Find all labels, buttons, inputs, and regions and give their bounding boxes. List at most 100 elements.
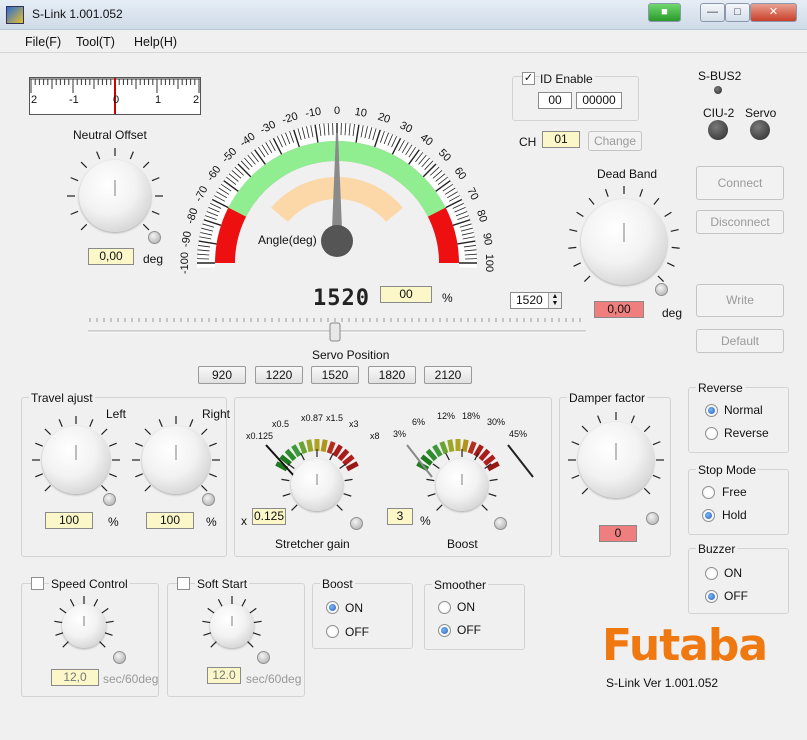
default-button[interactable]: Default [696, 329, 784, 353]
knob-tick [576, 211, 584, 217]
deadband-knob[interactable] [581, 199, 667, 285]
stretcher-scale-label: x0.5 [272, 419, 290, 429]
softstart-unit: sec/60deg [246, 672, 302, 686]
boost-on-label: ON [345, 601, 363, 615]
angle-percent-unit: % [442, 291, 453, 305]
screenshot-icon[interactable]: ■ [648, 3, 681, 22]
knob-tick [568, 246, 577, 249]
disconnect-button[interactable]: Disconnect [696, 210, 784, 234]
boost-gauge-unit: % [420, 514, 431, 528]
gauge-tick-label: -80 [184, 207, 200, 226]
preset-button-1820[interactable]: 1820 [368, 366, 416, 384]
travel-right-unit: % [206, 515, 217, 529]
futaba-logo: Futaba [602, 620, 768, 671]
smoother-off-radio[interactable] [438, 624, 451, 637]
travel-right-knob[interactable] [142, 426, 210, 494]
neutral-offset-knob[interactable] [79, 160, 151, 232]
knob-tick [135, 473, 143, 478]
knob-tick [426, 478, 435, 482]
maximize-button[interactable]: □ [725, 3, 750, 22]
knob-tick [249, 607, 257, 614]
stretcher-knob[interactable] [291, 459, 343, 511]
reverse-reverse-radio[interactable] [705, 427, 718, 440]
knob-tick [432, 463, 440, 470]
knob-tick [639, 188, 644, 197]
menu-tool[interactable]: Tool(T) [76, 35, 115, 49]
stopmode-hold-label: Hold [722, 508, 747, 522]
stopmode-free-radio[interactable] [702, 486, 715, 499]
preset-button-1520[interactable]: 1520 [311, 366, 359, 384]
knob-tick [35, 473, 43, 478]
knob-tick [291, 504, 298, 511]
soft-start-checkbox[interactable] [177, 577, 190, 590]
gauge-hub [321, 225, 353, 257]
damper-knob[interactable] [578, 422, 654, 498]
spin-up-icon[interactable]: ▲ [549, 293, 561, 300]
buzzer-on-label: ON [724, 566, 742, 580]
knob-tick [282, 493, 291, 497]
buzzer-on-radio[interactable] [705, 567, 718, 580]
menu-help[interactable]: Help(H) [134, 35, 177, 49]
speed-indicator [113, 651, 126, 664]
reverse-normal-radio[interactable] [705, 404, 718, 417]
boost-gauge-label: Boost [447, 537, 478, 551]
damper-title: Damper factor [567, 391, 648, 405]
knob-tick [93, 598, 99, 607]
knob-tick [209, 473, 217, 478]
damper-indicator [646, 512, 659, 525]
knob-tick [630, 415, 635, 424]
spin-down-icon[interactable]: ▼ [549, 300, 561, 307]
travel-left-indicator [103, 493, 116, 506]
smoother-group [424, 584, 525, 650]
knob-tick [203, 632, 212, 636]
minimize-button[interactable]: — [700, 3, 725, 22]
stretcher-label: Stretcher gain [275, 537, 350, 551]
id-field-1[interactable]: 00 [538, 92, 572, 109]
travel-left-knob[interactable] [42, 426, 110, 494]
id-enable-checkbox[interactable]: ✓ [522, 72, 535, 85]
gauge-tick-label: -40 [238, 131, 258, 150]
boost-knob[interactable] [436, 459, 488, 511]
smoother-on-radio[interactable] [438, 601, 451, 614]
knob-tick [144, 485, 151, 492]
boost-off-radio[interactable] [326, 625, 339, 638]
stretcher-scale-label: x8 [370, 431, 380, 441]
menu-file[interactable]: File(F) [25, 35, 61, 49]
preset-button-2120[interactable]: 2120 [424, 366, 472, 384]
knob-tick [581, 425, 589, 433]
knob-tick [109, 442, 117, 447]
knob-tick [209, 442, 217, 447]
knob-tick [129, 151, 134, 160]
boost-on-radio[interactable] [326, 601, 339, 614]
change-button[interactable]: Change [588, 131, 642, 151]
speed-control-checkbox[interactable] [31, 577, 44, 590]
close-button[interactable]: ✕ [750, 3, 797, 22]
speed-unit: sec/60deg [103, 672, 159, 686]
gauge-tick-label: -10 [304, 106, 322, 120]
knob-tick [489, 478, 498, 482]
app-icon [6, 6, 24, 24]
knob-tick [287, 463, 295, 470]
preset-button-920[interactable]: 920 [198, 366, 246, 384]
write-button[interactable]: Write [696, 284, 784, 317]
smoother-on-label: ON [457, 600, 475, 614]
version-label: S-Link Ver 1.001.052 [606, 676, 719, 690]
speed-knob[interactable] [62, 604, 106, 648]
reverse-normal-label: Normal [724, 403, 763, 417]
knob-tick [201, 428, 208, 435]
spin-buttons[interactable]: ▲ ▼ [548, 293, 561, 308]
ch-value: 01 [542, 131, 580, 148]
knob-tick [300, 452, 305, 461]
knob-tick [588, 197, 595, 205]
buzzer-off-radio[interactable] [705, 590, 718, 603]
slider-thumb[interactable] [329, 322, 341, 342]
softstart-knob[interactable] [210, 604, 254, 648]
preset-button-1220[interactable]: 1220 [255, 366, 303, 384]
knob-tick [343, 493, 352, 497]
sbus2-led [714, 86, 722, 94]
connect-button[interactable]: Connect [696, 166, 784, 200]
stopmode-hold-radio[interactable] [702, 509, 715, 522]
servo-position-slider[interactable] [88, 313, 588, 343]
gauge-tick-label: -30 [258, 119, 278, 137]
id-field-2[interactable]: 00000 [576, 92, 622, 109]
